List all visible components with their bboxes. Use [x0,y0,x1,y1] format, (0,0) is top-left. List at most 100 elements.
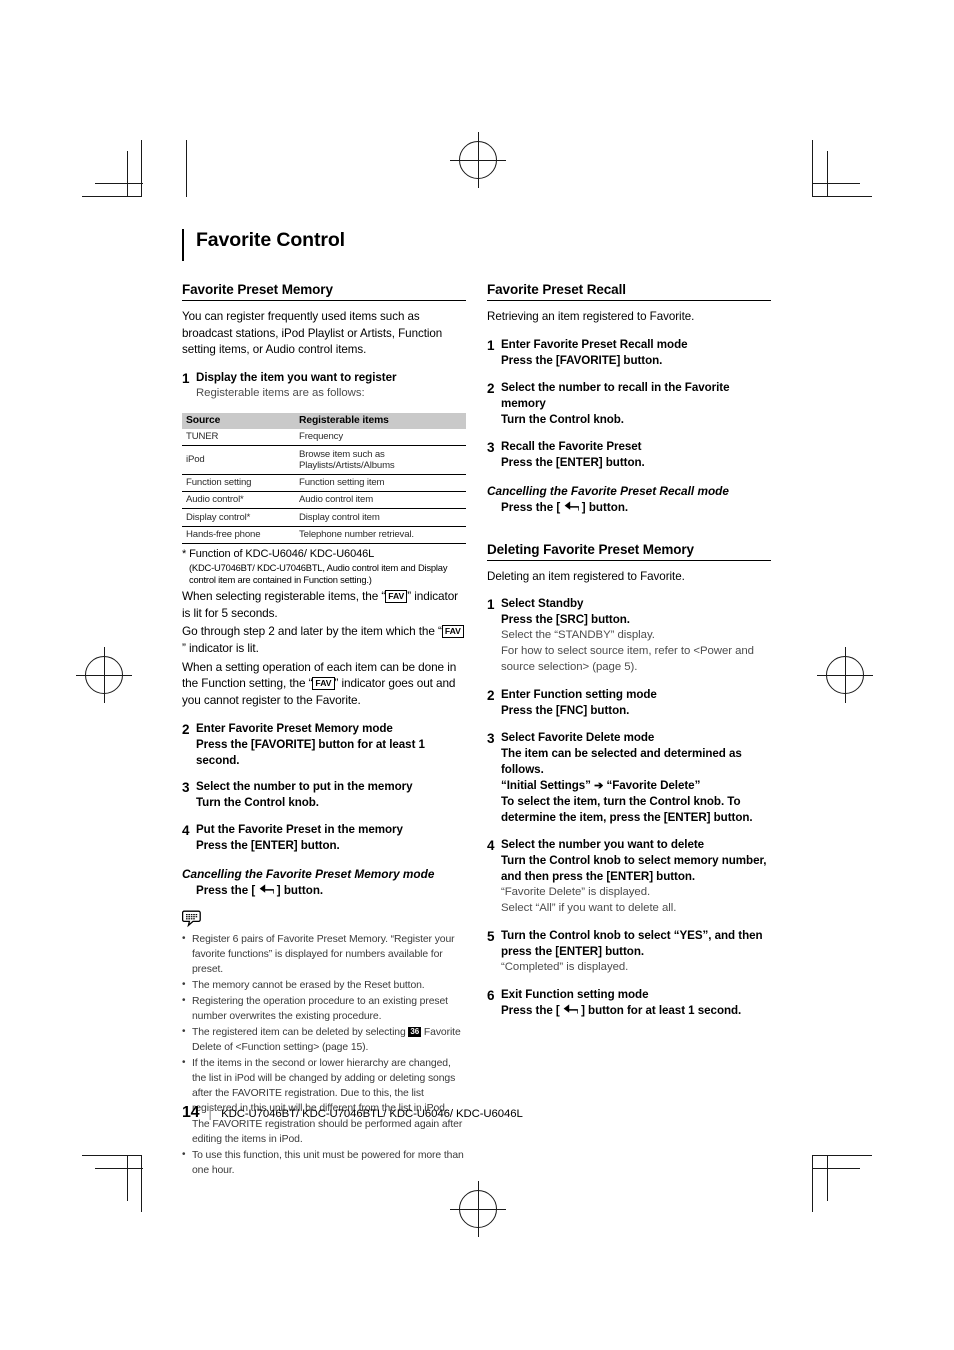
step-number: 4 [487,838,495,854]
cancel-instruction-memory: Press the [ ] button. [182,883,466,899]
fav-indicator-icon: FAV [312,677,335,691]
step-title: Display the item you want to register [196,370,397,384]
step-menu-path: “Initial Settings” ➔ “Favorite Delete” [501,778,771,794]
step-item: 1 Display the item you want to register … [182,370,466,402]
table-cell-source: Audio control* [182,491,295,510]
step-subtext: “Completed” is displayed. [501,961,629,974]
two-column-layout: Favorite Preset Memory You can register … [181,282,772,1178]
step-body: Select the number you want to delete Tur… [501,837,771,917]
step-subtext: “Favorite Delete” is displayed. [501,886,651,899]
step-body: Recall the Favorite Preset Press the [EN… [501,439,771,471]
fav-indicator-para-3: When a setting operation of each item ca… [182,659,466,709]
step-item: 5 Turn the Control knob to select “YES”,… [487,928,771,976]
step-title: Exit Function setting mode [501,988,649,1002]
table-cell-source: Function setting [182,474,295,492]
step-title: Recall the Favorite Preset [501,439,642,453]
step-number: 2 [487,688,495,704]
step-item: 2 Enter Function setting mode Press the … [487,687,771,719]
step-item: 1 Enter Favorite Preset Recall mode Pres… [487,337,771,369]
back-arrow-icon [563,1004,578,1015]
step-number: 6 [487,988,495,1004]
crop-mark-tr-h [812,196,872,197]
fav-indicator-icon: FAV [441,625,464,639]
registration-mark-bottom [450,1181,506,1237]
table-cell-source: Display control* [182,508,295,527]
page-edge-left-top [186,140,187,197]
step-item: 2 Enter Favorite Preset Memory mode Pres… [182,721,466,769]
registration-mark-left [76,647,132,703]
page-footer: 14 | KDC-U7046BT/ KDC-U7046BTL/ KDC-U604… [182,1104,523,1122]
step-number: 1 [487,337,495,353]
step-number: 5 [487,929,495,945]
page-title: Favorite Control [196,229,345,251]
crop-mark-bl-h [82,1155,142,1156]
cancel-text-before: Press the [ [196,884,256,898]
back-arrow-icon [564,501,579,512]
step-body: Enter Favorite Preset Memory mode Press … [196,721,466,769]
section-heading-favorite-preset-recall: Favorite Preset Recall [487,282,771,302]
step-body: Put the Favorite Preset in the memory Pr… [196,822,466,854]
right-column: Favorite Preset Recall Retrieving an ite… [487,282,771,1030]
fav-para-2-after: ” indicator is lit. [182,641,259,656]
step-number: 1 [487,597,495,613]
step-title: Put the Favorite Preset in the memory [196,823,403,837]
crop-mark-tl-h [82,196,142,197]
crop-mark-bl-v2 [127,1155,128,1201]
table-header-items: Registerable items [295,412,466,429]
step-instruction: Turn the Control knob to select memory n… [501,854,767,884]
table-cell-source: TUNER [182,428,295,446]
table-row: iPod Browse item such as Playlists/Artis… [182,445,466,475]
table-footnote: * Function of KDC-U6046/ KDC-U6046L (KDC… [182,547,466,586]
step-item: 3 Recall the Favorite Preset Press the [… [487,439,771,471]
step-instruction: Press the [FNC] button. [501,704,630,718]
step-body: Display the item you want to register Re… [196,370,466,402]
step-instruction: Press the [FAVORITE] button. [501,353,663,367]
step-title: Enter Function setting mode [501,688,657,702]
crop-mark-tr-v [812,140,813,197]
step-item: 2 Select the number to recall in the Fav… [487,380,771,428]
step-title: Select the number you want to delete [501,838,705,852]
table-header-row: Source Registerable items [182,412,466,429]
step-item: 4 Put the Favorite Preset in the memory … [182,822,466,854]
list-item: The memory cannot be erased by the Reset… [182,978,466,993]
step-body: Turn the Control knob to select “YES”, a… [501,928,771,976]
step-title: Enter Favorite Preset Recall mode [501,337,688,351]
step-number: 3 [487,439,495,455]
list-item: To use this function, this unit must be … [182,1148,466,1178]
section-intro-memory: You can register frequently used items s… [182,310,443,357]
footer-model-list: KDC-U7046BT/ KDC-U7046BTL/ KDC-U6046/ KD… [221,1108,523,1120]
step-number: 3 [182,780,190,796]
step-subtext: Registerable items are as follows: [196,386,365,399]
table-cell-items: Browse item such as Playlists/Artists/Al… [295,445,466,475]
step-number: 1 [182,370,190,386]
table-row: Function setting Function setting item [182,474,466,492]
step-title: Enter Favorite Preset Memory mode [196,721,393,735]
table-cell-items: Telephone number retrieval. [295,526,466,544]
step-item: 3 Select Favorite Delete mode The item c… [487,730,771,826]
exit-text-before: Press the [ [501,1004,560,1018]
step-body: Exit Function setting mode Press the [ ]… [501,987,771,1019]
section-heading-deleting-favorite-preset-memory: Deleting Favorite Preset Memory [487,542,771,561]
footer-separator: | [208,1104,213,1121]
step-instruction: To select the item, turn the Control kno… [501,795,753,825]
step-body: Select Favorite Delete mode The item can… [501,730,771,826]
list-item: If the items in the second or lower hier… [182,1056,466,1146]
crop-mark-br-v2 [827,1155,828,1201]
step-item: 3 Select the number to put in the memory… [182,779,466,811]
table-header-source: Source [182,412,295,429]
page-content: Favorite Control Favorite Preset Memory … [181,228,772,1176]
crop-mark-br-h [812,1155,872,1156]
step-number: 4 [182,823,190,839]
fav-indicator-para-1: When selecting registerable items, the “… [182,588,466,621]
fav-para-2-before: Go through step 2 and later by the item … [182,624,442,639]
step-item: 4 Select the number you want to delete T… [487,837,771,917]
exit-text-after: ] button for at least 1 second. [581,1004,742,1018]
step-title: Select the number to put in the memory [196,780,413,794]
list-item: Registering the operation procedure to a… [182,994,466,1024]
table-cell-items: Frequency [295,428,466,446]
arrow-right-icon: ➔ [594,780,604,793]
crop-mark-tl-v2 [127,151,128,197]
fav-indicator-icon: FAV [385,590,408,604]
cancel-heading-memory: Cancelling the Favorite Preset Memory mo… [182,867,435,882]
table-cell-items: Function setting item [295,474,466,492]
